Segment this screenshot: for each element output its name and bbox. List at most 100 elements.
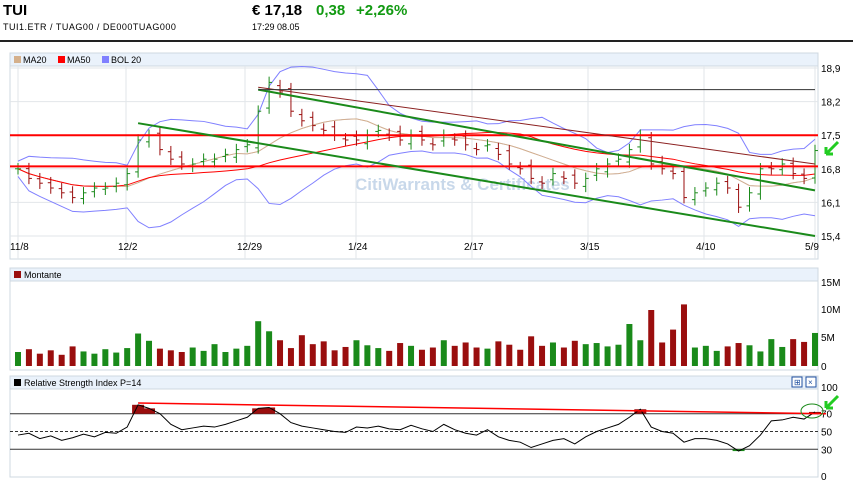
volume-bar xyxy=(167,350,174,366)
legend-volume: Montante xyxy=(24,270,62,280)
volume-bar xyxy=(375,348,382,366)
rsi-swatch xyxy=(14,379,21,386)
volume-bar xyxy=(735,343,742,366)
volume-bar xyxy=(724,346,731,366)
x-tick-label: 2/17 xyxy=(464,242,484,253)
volume-bar xyxy=(670,329,677,366)
stock-chart: MA20 MA50 BOL 20 CitiWarrants & Certific… xyxy=(9,52,841,482)
volume-bar xyxy=(812,332,818,366)
volume-bar xyxy=(255,321,262,366)
volume-bar xyxy=(15,352,21,366)
volume-bar xyxy=(768,339,775,366)
ma50-swatch xyxy=(58,56,65,63)
volume-bar xyxy=(135,333,142,366)
volume-bar xyxy=(451,345,458,366)
volume-bar xyxy=(397,343,404,366)
volume-bar xyxy=(549,342,556,366)
volume-axis-label: 5M xyxy=(821,333,835,344)
volume-bar xyxy=(801,341,808,366)
volume-bar xyxy=(517,349,524,366)
volume-bar xyxy=(473,347,480,366)
volume-bar xyxy=(418,349,425,366)
arrow-annotation-icon xyxy=(824,394,840,410)
volume-bar xyxy=(320,341,327,366)
volume-bar xyxy=(691,347,698,366)
volume-bar xyxy=(659,342,666,366)
volume-bar xyxy=(277,340,284,366)
volume-bar xyxy=(779,346,786,366)
price-axis-label: 16,1 xyxy=(821,198,841,209)
volume-legend-bar xyxy=(9,267,819,282)
rsi-axis-label: 50 xyxy=(821,428,833,439)
bol-swatch xyxy=(102,56,109,63)
volume-bar xyxy=(298,335,305,366)
volume-bar xyxy=(146,340,153,366)
legend-ma20: MA20 xyxy=(23,55,47,65)
volume-bar xyxy=(200,350,207,366)
volume-bar xyxy=(571,340,578,366)
x-tick-label: 12/29 xyxy=(237,242,262,253)
volume-bar xyxy=(244,345,251,366)
x-tick-label: 3/15 xyxy=(580,242,600,253)
svg-text:×: × xyxy=(808,378,813,387)
legend-bol20: BOL 20 xyxy=(111,55,141,65)
volume-bar xyxy=(80,351,87,366)
volume-bar xyxy=(506,344,513,366)
volume-bar xyxy=(69,346,76,366)
volume-bar xyxy=(702,345,709,366)
volume-bar xyxy=(342,346,349,366)
price-axis-label: 18,9 xyxy=(821,64,841,75)
legend-rsi: Relative Strength Index P=14 xyxy=(24,378,141,388)
price-plot-area xyxy=(9,65,819,260)
volume-bar xyxy=(364,345,371,366)
price-axis-label: 15,4 xyxy=(821,232,841,243)
x-tick-label: 11/8 xyxy=(10,242,29,253)
volume-swatch xyxy=(14,271,21,278)
volume-bar xyxy=(156,348,163,366)
volume-bar xyxy=(309,344,316,366)
close-panel-button[interactable]: × xyxy=(805,376,817,388)
volume-bar xyxy=(713,350,720,366)
arrow-annotation-icon xyxy=(824,140,840,156)
rsi-overbought-area xyxy=(143,408,156,414)
volume-bar xyxy=(47,350,54,366)
volume-bar xyxy=(408,345,415,366)
volume-bar xyxy=(593,343,600,366)
ma20-swatch xyxy=(14,56,21,63)
price-axis-label: 16,8 xyxy=(821,165,841,176)
volume-axis-label: 0 xyxy=(821,362,827,373)
volume-bar xyxy=(36,353,43,366)
rsi-axis-label: 0 xyxy=(821,472,827,482)
volume-bar xyxy=(757,351,764,366)
volume-bar xyxy=(790,339,797,366)
price-axis-label: 17,5 xyxy=(821,131,841,142)
volume-bar xyxy=(58,354,65,366)
x-tick-label: 5/9 xyxy=(805,242,819,253)
volume-bar xyxy=(604,346,611,366)
volume-bar xyxy=(615,344,622,366)
volume-bar xyxy=(113,352,120,366)
volume-bar xyxy=(222,352,229,366)
x-tick-label: 4/10 xyxy=(696,242,716,253)
volume-axis-label: 10M xyxy=(821,305,840,316)
volume-bar xyxy=(462,342,469,366)
volume-bar xyxy=(429,347,436,366)
rsi-axis-label: 30 xyxy=(821,445,833,456)
x-tick-label: 1/24 xyxy=(348,242,368,253)
rsi-overbought-area xyxy=(252,408,265,414)
volume-bar xyxy=(582,344,589,366)
volume-bar xyxy=(25,349,32,366)
volume-bar xyxy=(178,352,185,366)
volume-bar xyxy=(287,348,294,366)
volume-bar xyxy=(91,353,98,366)
volume-bar xyxy=(648,310,655,366)
volume-bar xyxy=(440,340,447,366)
volume-bar xyxy=(528,336,535,366)
volume-bar xyxy=(211,344,218,366)
volume-bar xyxy=(102,349,109,366)
volume-bar xyxy=(560,347,567,366)
expand-panel-button[interactable]: ⊞ xyxy=(791,376,803,388)
volume-bar xyxy=(233,348,240,366)
price-axis-label: 18,2 xyxy=(821,98,841,109)
rsi-overbought-area xyxy=(263,407,276,414)
